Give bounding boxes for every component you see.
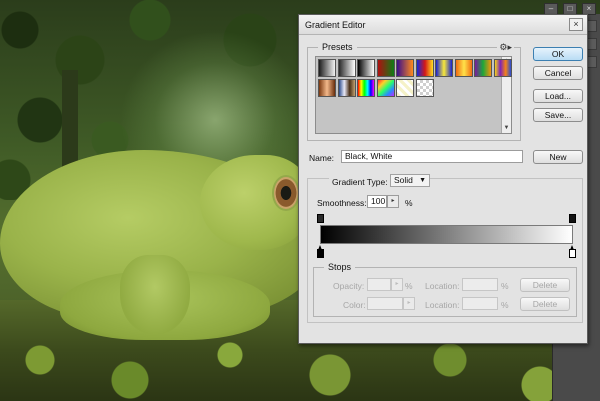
preset-swatch-transparent-rainbow[interactable]: [376, 78, 395, 97]
new-button[interactable]: New: [533, 150, 583, 164]
opacity-stop-left[interactable]: [317, 214, 324, 223]
color-location-label: Location:: [425, 300, 460, 310]
color-location-unit: %: [501, 300, 509, 310]
smoothness-label: Smoothness:: [317, 198, 367, 208]
preset-swatch-copper[interactable]: [318, 78, 336, 97]
close-icon[interactable]: ×: [569, 18, 583, 31]
preset-swatch-blue-red-yellow[interactable]: [415, 59, 434, 77]
gear-icon[interactable]: ⚙▸: [497, 42, 514, 53]
stops-label: Stops: [324, 262, 356, 272]
color-location-input[interactable]: [462, 297, 498, 310]
ok-button[interactable]: OK: [533, 47, 583, 61]
color-stop-left[interactable]: [317, 245, 324, 258]
preset-swatch-transparent-stripes[interactable]: [396, 78, 414, 97]
name-label: Name:: [309, 153, 335, 163]
preset-swatch-chrome[interactable]: [337, 78, 356, 97]
preset-swatch-spectrum[interactable]: [357, 78, 375, 97]
preset-swatch-violet-green-orange[interactable]: [474, 59, 492, 77]
preset-swatch-black-white[interactable]: [357, 59, 375, 77]
presets-label: Presets: [318, 42, 357, 52]
preset-swatch-violet-orange[interactable]: [396, 59, 414, 77]
dialog-titlebar[interactable]: Gradient Editor ×: [299, 15, 587, 35]
opacity-location-unit: %: [501, 281, 509, 291]
preset-swatch-foreground-to-transparent[interactable]: [337, 59, 356, 77]
delete-opacity-stop-button[interactable]: Delete: [520, 278, 570, 292]
color-picker-arrow[interactable]: ▸: [403, 297, 415, 310]
preset-swatch-foreground-to-background[interactable]: [318, 59, 336, 77]
save-button[interactable]: Save...: [533, 108, 583, 122]
opacity-input[interactable]: [367, 278, 391, 291]
name-input[interactable]: Black, White: [341, 150, 523, 163]
color-label: Color:: [343, 300, 366, 310]
frog-arm: [120, 255, 190, 335]
cancel-button[interactable]: Cancel: [533, 66, 583, 80]
smoothness-input[interactable]: 100: [367, 195, 387, 208]
presets-list[interactable]: ▲ ▼: [315, 56, 512, 134]
preset-swatch-yellow-violet-orange-blue[interactable]: [493, 59, 512, 77]
preset-swatch-red-green[interactable]: [376, 59, 395, 77]
preset-swatch-blue-yellow-blue[interactable]: [435, 59, 453, 77]
color-swatch-input[interactable]: [367, 297, 403, 310]
preset-swatch-orange-yellow-orange[interactable]: [454, 59, 473, 77]
dialog-title: Gradient Editor: [305, 20, 366, 30]
delete-color-stop-button[interactable]: Delete: [520, 297, 570, 311]
preset-swatch-checker-transparent[interactable]: [415, 78, 434, 97]
frog-eye: [272, 175, 300, 211]
color-stop-right[interactable]: [569, 245, 576, 258]
scroll-down-icon[interactable]: ▼: [502, 124, 511, 133]
smoothness-unit: %: [405, 198, 413, 208]
gradient-editor-dialog: Gradient Editor × Presets ⚙▸ ▲ ▼ OK Canc…: [298, 14, 588, 344]
chevron-down-icon: ▼: [419, 177, 426, 184]
gradient-type-dropdown[interactable]: Solid ▼: [390, 174, 430, 187]
smoothness-stepper[interactable]: ▸: [387, 195, 399, 208]
load-button[interactable]: Load...: [533, 89, 583, 103]
gradient-type-value: Solid: [394, 175, 413, 185]
opacity-label: Opacity:: [333, 281, 365, 291]
presets-group: Presets ⚙▸ ▲ ▼: [307, 42, 521, 141]
gradient-type-label: Gradient Type:: [329, 177, 391, 187]
opacity-stop-right[interactable]: [569, 214, 576, 223]
opacity-unit: %: [405, 281, 413, 291]
opacity-location-input[interactable]: [462, 278, 498, 291]
gradient-preview-bar[interactable]: [320, 225, 573, 244]
opacity-location-label: Location:: [425, 281, 460, 291]
opacity-stepper[interactable]: ▸: [391, 278, 403, 291]
